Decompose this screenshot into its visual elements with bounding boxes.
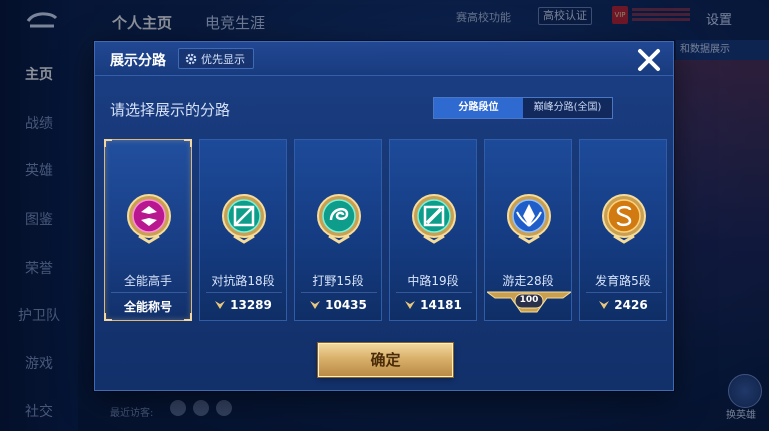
- lane-card-footer: 14181: [420, 298, 462, 312]
- power-icon: [405, 301, 416, 309]
- jungle-badge-icon: [317, 194, 361, 244]
- lane-card-list: 全能高手 全能称号 对抗路18段 13289 打野15段 10435 中路19段…: [104, 139, 667, 321]
- lane-card-roam[interactable]: 游走28段 100: [484, 139, 572, 321]
- lane-card-power: 2426: [580, 298, 666, 312]
- close-icon[interactable]: [635, 46, 663, 74]
- card-divider: [301, 292, 377, 293]
- mid-lane-badge-icon: [412, 194, 456, 244]
- lane-card-power: 10435: [295, 298, 381, 312]
- all-round-badge-icon: [127, 194, 171, 244]
- lane-card-label: 全能高手: [123, 274, 172, 288]
- roam-badge-icon: [507, 194, 551, 244]
- confirm-button[interactable]: 确定: [318, 343, 453, 377]
- priority-display-label: 优先显示: [201, 52, 245, 66]
- lane-card-farm[interactable]: 发育路5段 2426: [579, 139, 667, 321]
- lane-card-footer: 全能称号: [123, 300, 172, 314]
- lane-card-label: 打野15段: [312, 274, 364, 288]
- lane-card-label: 对抗路18段: [211, 274, 275, 288]
- lane-card-label: 发育路5段: [595, 274, 651, 288]
- dialog-title: 展示分路: [110, 53, 166, 69]
- lane-card-all-round[interactable]: 全能高手 全能称号: [104, 139, 192, 321]
- dialog-header: 展示分路 优先显示: [95, 42, 673, 76]
- rank-number: 100: [519, 295, 539, 305]
- lane-card-footer: 13289: [230, 298, 272, 312]
- card-divider: [396, 292, 472, 293]
- lane-card-label: 游走28段: [502, 274, 554, 288]
- lane-select-prompt: 请选择展示的分路: [110, 101, 231, 119]
- lane-card-mid[interactable]: 中路19段 14181: [389, 139, 477, 321]
- lane-card-footer: 10435: [325, 298, 367, 312]
- farm-lane-badge-icon: [602, 194, 646, 244]
- lane-card-title: 全能称号: [105, 298, 191, 315]
- card-divider: [111, 292, 187, 293]
- priority-display-button[interactable]: 优先显示: [178, 48, 254, 69]
- lane-card-power: 14181: [390, 298, 476, 312]
- toggle-peak-lane[interactable]: 巅峰分路(全国): [523, 98, 612, 118]
- lane-card-label: 中路19段: [407, 274, 459, 288]
- lane-display-dialog: 展示分路 优先显示 请选择展示的分路 分路段位 巅峰分路(全国) 全能高手 全能…: [94, 41, 674, 391]
- lane-card-jungle[interactable]: 打野15段 10435: [294, 139, 382, 321]
- power-icon: [215, 301, 226, 309]
- lane-card-power: 13289: [200, 298, 286, 312]
- toggle-lane-rank[interactable]: 分路段位: [434, 98, 523, 118]
- gear-icon: [185, 53, 197, 64]
- power-icon: [310, 301, 321, 309]
- lane-card-clash[interactable]: 对抗路18段 13289: [199, 139, 287, 321]
- card-divider: [206, 292, 282, 293]
- clash-lane-badge-icon: [222, 194, 266, 244]
- card-divider: [586, 292, 662, 293]
- lane-card-footer: 2426: [614, 298, 648, 312]
- lane-mode-toggle: 分路段位 巅峰分路(全国): [433, 97, 613, 119]
- power-icon: [599, 301, 610, 309]
